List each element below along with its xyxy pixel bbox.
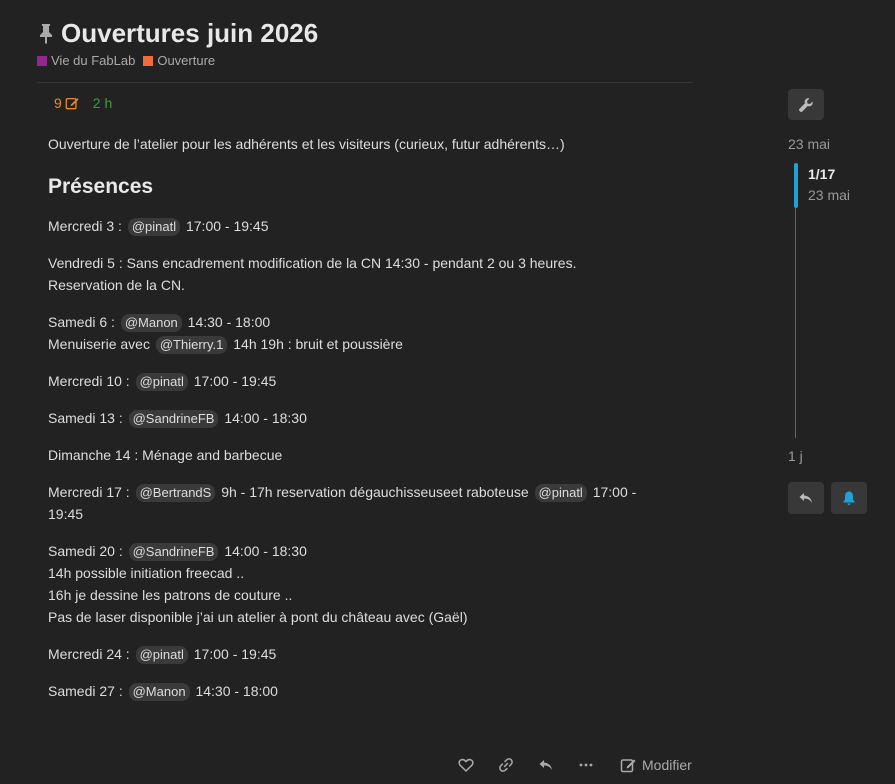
edit-history-button[interactable]: 9 [54, 95, 79, 111]
entry-text: Menuiserie avec [48, 336, 150, 352]
topic-reply-button[interactable] [788, 482, 824, 514]
entry-text: 14h 19h : bruit et poussière [233, 336, 403, 352]
ellipsis-icon [579, 763, 593, 767]
pencil-square-icon [620, 759, 636, 773]
post-age[interactable]: 2 h [93, 95, 112, 111]
user-mention[interactable]: @SandrineFB [128, 543, 219, 561]
schedule-entry: Mercredi 17 : @BertrandS 9h - 17h reserv… [48, 481, 678, 525]
topic-header: Ouvertures juin 2026 Vie du FabLab Ouver… [37, 17, 697, 68]
entry-text: Samedi 13 : [48, 410, 123, 426]
entry-text: 17:00 - 19:45 [193, 373, 277, 389]
title-row: Ouvertures juin 2026 [37, 17, 697, 49]
reply-post-button[interactable] [528, 752, 564, 778]
post-intro: Ouverture de l’atelier pour les adhérent… [48, 136, 565, 152]
schedule-entry: Samedi 20 : @SandrineFB 14:00 - 18:30 14… [48, 540, 678, 628]
timeline-end-label[interactable]: 1 j [788, 448, 803, 464]
entry-text: 14:00 - 18:30 [224, 543, 307, 559]
entry-text: 14:30 - 18:00 [195, 683, 278, 699]
entry-text: 17:00 - 19:45 [193, 646, 277, 662]
post-meta: 9 2 h [54, 95, 112, 111]
entry-text: 14h possible initiation freecad .. [48, 565, 245, 581]
category-vie-du-fablab[interactable]: Vie du FabLab [37, 53, 135, 68]
schedule-entry: Mercredi 10 : @pinatl 17:00 - 19:45 [48, 370, 678, 392]
schedule-entry: Samedi 27 : @Manon 14:30 - 18:00 [48, 680, 678, 702]
link-icon [499, 758, 513, 772]
entry-text: Pas de laser disponible j’ai un atelier … [48, 609, 468, 625]
user-mention[interactable]: @Thierry.1 [155, 336, 228, 354]
user-mention[interactable]: @SandrineFB [128, 410, 219, 428]
schedule-entry: Samedi 13 : @SandrineFB 14:00 - 18:30 [48, 407, 678, 429]
edit-post-label: Modifier [642, 757, 692, 773]
section-title: Présences [48, 175, 154, 198]
more-actions-button[interactable] [568, 752, 604, 778]
heart-icon [458, 758, 474, 772]
pin-icon [37, 22, 55, 44]
timeline-start-date[interactable]: 23 mai [788, 136, 830, 152]
copy-link-button[interactable] [488, 752, 524, 778]
header-divider [37, 82, 693, 83]
entry-text: Mercredi 24 : [48, 646, 130, 662]
reply-icon [539, 760, 552, 770]
schedule-entry: Samedi 6 : @Manon 14:30 - 18:00 Menuiser… [48, 311, 678, 355]
user-mention[interactable]: @BertrandS [135, 484, 216, 502]
entry-text: Samedi 6 : [48, 314, 115, 330]
user-mention[interactable]: @Manon [120, 314, 182, 332]
user-mention[interactable]: @pinatl [135, 646, 188, 664]
timeline-handle[interactable] [794, 163, 798, 208]
entry-text: 9h - 17h reservation dégauchisseuseet ra… [221, 484, 529, 500]
category-swatch [143, 55, 154, 66]
entry-text: Reservation de la CN. [48, 277, 185, 293]
entry-text: Mercredi 17 : [48, 484, 130, 500]
post-body: Ouverture de l’atelier pour les adhérent… [48, 133, 678, 717]
reply-icon [799, 493, 812, 503]
entry-text: Mercredi 3 : [48, 218, 122, 234]
entry-text: 17:00 - 19:45 [185, 218, 269, 234]
category-label: Ouverture [157, 53, 216, 68]
entry-text: 19:45 [48, 506, 84, 522]
user-mention[interactable]: @Manon [128, 683, 190, 701]
category-list: Vie du FabLab Ouverture [37, 53, 697, 68]
category-ouverture[interactable]: Ouverture [143, 53, 215, 68]
pencil-square-icon [65, 97, 79, 110]
user-mention[interactable]: @pinatl [127, 218, 181, 236]
timeline-position: 1/17 [808, 166, 836, 182]
schedule-entry: Mercredi 24 : @pinatl 17:00 - 19:45 [48, 643, 678, 665]
user-mention[interactable]: @pinatl [534, 484, 587, 502]
post-actions: Modifier [448, 752, 700, 778]
entry-text: 14:30 - 18:00 [187, 314, 271, 330]
entry-text: Dimanche 14 : Ménage and barbecue [48, 447, 283, 463]
topic-page: Ouvertures juin 2026 Vie du FabLab Ouver… [0, 0, 895, 784]
wrench-icon [799, 97, 813, 112]
entry-text: 16h je dessine les patrons de couture .. [48, 587, 293, 603]
schedule-entry: Dimanche 14 : Ménage and barbecue [48, 444, 678, 466]
schedule-entry: Mercredi 3 : @pinatl 17:00 - 19:45 [48, 215, 678, 237]
timeline-position-date: 23 mai [808, 187, 851, 203]
like-button[interactable] [448, 752, 484, 778]
entry-text: Samedi 27 : [48, 683, 123, 699]
entry-text: 17:00 - [592, 484, 637, 500]
topic-title[interactable]: Ouvertures juin 2026 [61, 17, 318, 49]
entry-text: Samedi 20 : [48, 543, 123, 559]
notification-button[interactable] [831, 482, 867, 514]
entry-text: Vendredi 5 : Sans encadrement modificati… [48, 255, 577, 271]
bell-icon [843, 491, 855, 505]
schedule-entry: Vendredi 5 : Sans encadrement modificati… [48, 252, 678, 296]
category-label: Vie du FabLab [51, 53, 136, 68]
entry-text: Mercredi 10 : [48, 373, 130, 389]
edit-count: 9 [54, 95, 62, 111]
topic-admin-button[interactable] [788, 89, 824, 120]
user-mention[interactable]: @pinatl [135, 373, 188, 391]
entry-text: 14:00 - 18:30 [224, 410, 307, 426]
edit-post-button[interactable]: Modifier [612, 752, 700, 778]
category-swatch [37, 55, 47, 66]
